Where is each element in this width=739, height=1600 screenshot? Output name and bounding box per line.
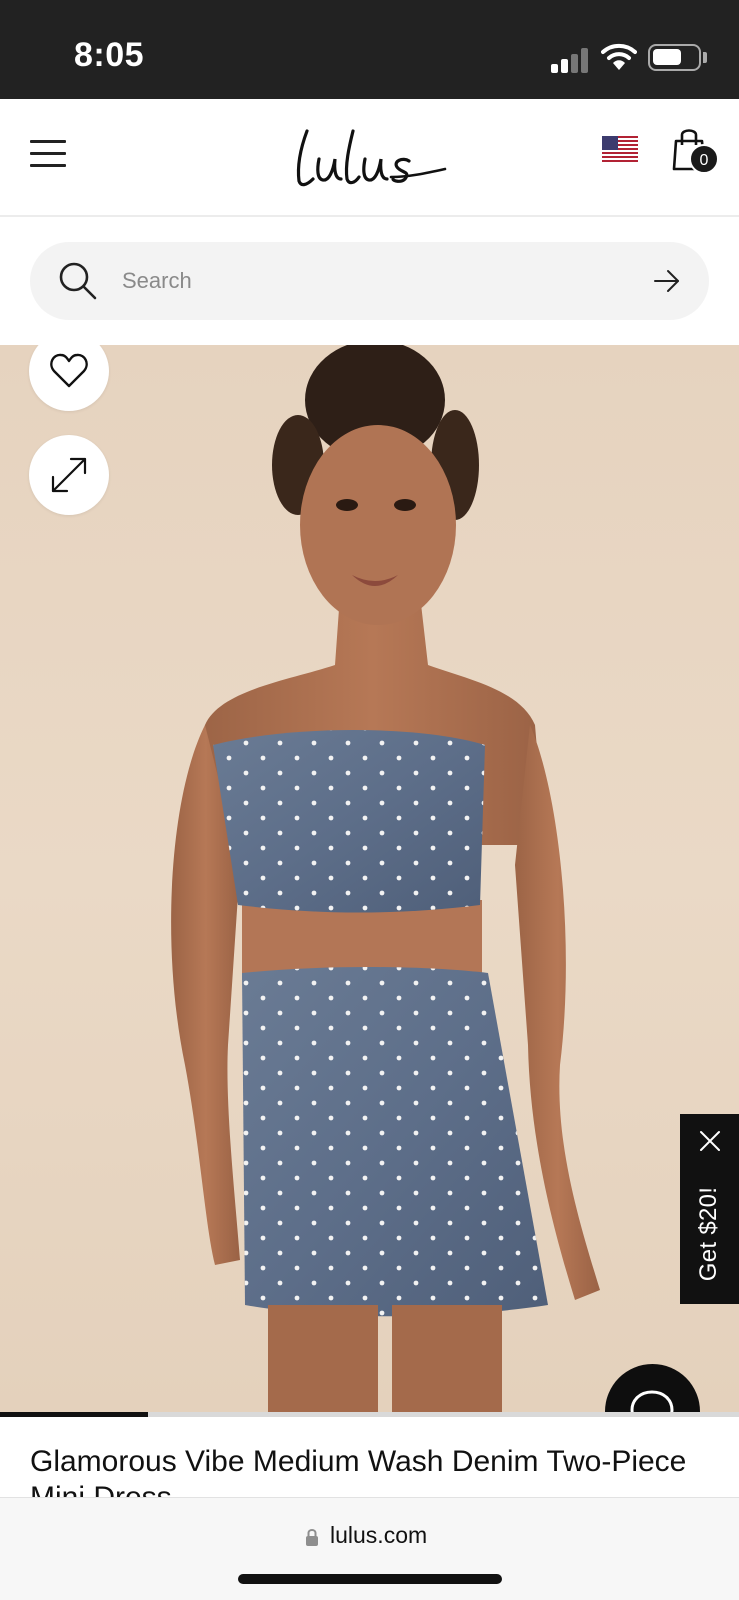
search-bar[interactable] bbox=[30, 242, 709, 320]
status-time: 8:05 bbox=[74, 36, 145, 74]
cart-count-badge[interactable]: 0 bbox=[689, 144, 719, 174]
lulus-logo[interactable] bbox=[293, 125, 447, 191]
site-header: 0 bbox=[0, 99, 739, 217]
battery-icon bbox=[648, 44, 701, 71]
browser-url-bar[interactable]: lulus.com bbox=[0, 1497, 739, 1600]
home-indicator[interactable] bbox=[238, 1574, 502, 1584]
lock-icon bbox=[306, 1529, 318, 1546]
arrow-right-icon[interactable] bbox=[653, 268, 681, 294]
product-title: Glamorous Vibe Medium Wash Denim Two-Pie… bbox=[30, 1445, 687, 1497]
promo-tab[interactable]: Get $20! bbox=[680, 1114, 739, 1304]
search-input[interactable] bbox=[122, 242, 602, 320]
menu-icon[interactable] bbox=[30, 140, 66, 168]
product-photo bbox=[171, 345, 600, 1412]
expand-image-button[interactable] bbox=[29, 435, 109, 515]
cellular-signal-icon bbox=[551, 47, 591, 73]
product-image[interactable] bbox=[0, 345, 739, 1412]
close-icon[interactable] bbox=[699, 1130, 721, 1152]
url-text[interactable]: lulus.com bbox=[330, 1522, 427, 1549]
promo-label[interactable]: Get $20! bbox=[695, 1187, 723, 1281]
expand-icon bbox=[51, 457, 87, 493]
status-bar: 8:05 bbox=[0, 0, 739, 99]
product-title-section: Glamorous Vibe Medium Wash Denim Two-Pie… bbox=[0, 1417, 739, 1497]
search-icon bbox=[59, 262, 97, 300]
battery-cap bbox=[703, 52, 707, 63]
search-section bbox=[0, 217, 739, 345]
heart-icon bbox=[50, 353, 88, 388]
wifi-icon bbox=[601, 43, 637, 70]
us-flag-icon[interactable] bbox=[602, 136, 638, 162]
